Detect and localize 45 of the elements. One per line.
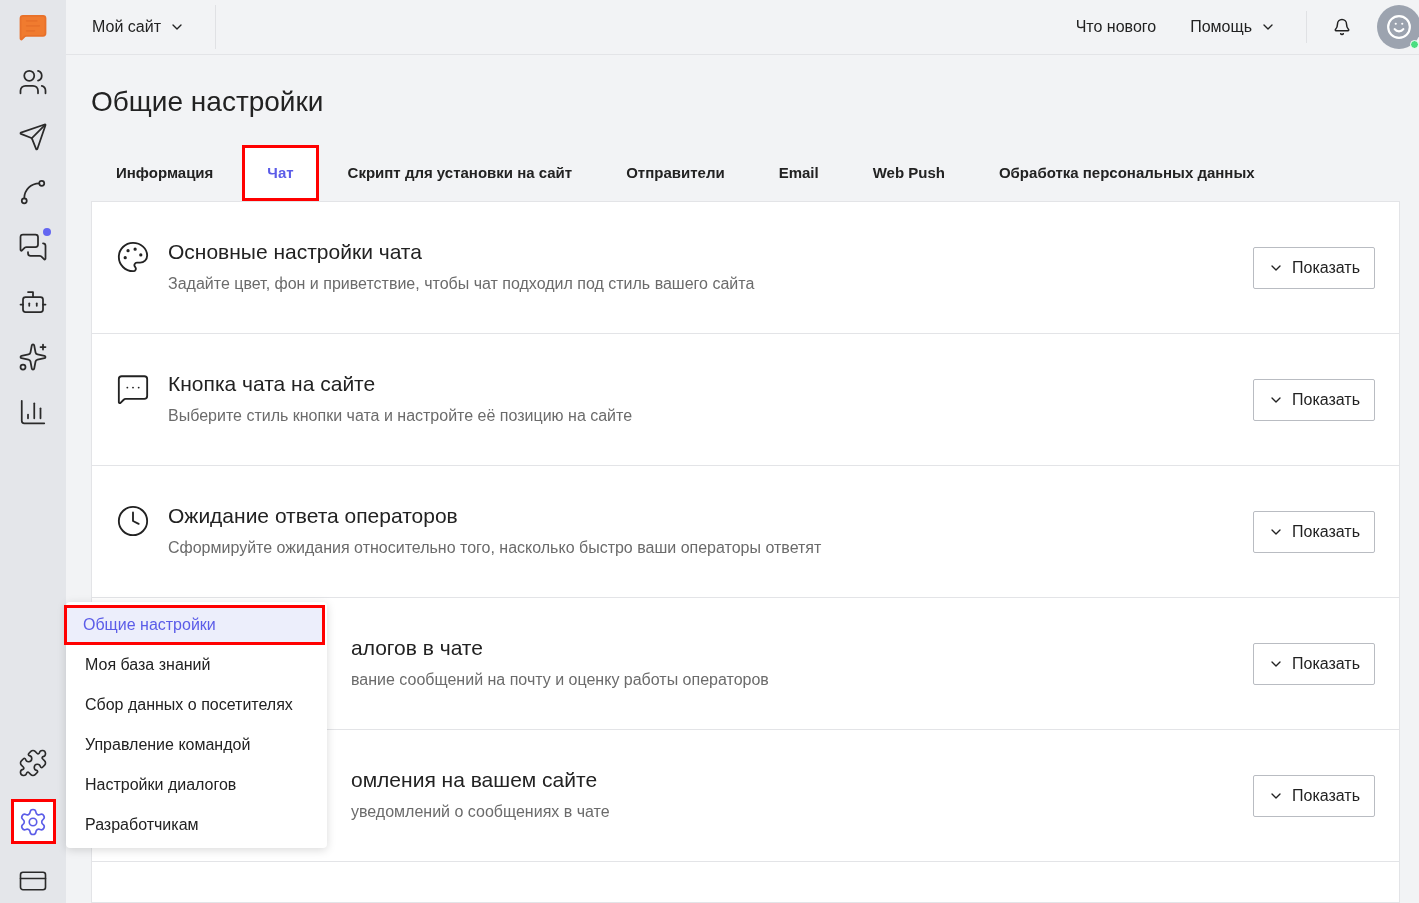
tab[interactable]: Отправители [601,145,750,201]
settings-button[interactable] [10,799,56,844]
section-description: Выберите стиль кнопки чата и настройте её позицию на сайте [168,405,634,426]
section-title: алогов в чате [351,634,484,661]
page-title: Общие настройки [91,85,325,119]
menu-item[interactable]: Сбор данных о посетителях [66,685,327,725]
tab[interactable]: Web Push [847,145,970,201]
menu-item[interactable]: Разработчикам [66,805,327,845]
paper-plane-icon[interactable] [18,122,48,152]
clock-icon [116,503,150,538]
show-button[interactable]: Показать [1253,246,1375,289]
help-menu[interactable]: Помощь [1190,15,1276,39]
bell-icon[interactable] [1333,18,1351,36]
section-description: Задайте цвет, фон и приветствие, чтобы чат подходил под стиль вашего сайта [168,273,756,294]
section-title: Кнопка чата на сайте [168,370,377,397]
menu-item[interactable]: Общие настройки [64,605,325,645]
chat-bubbles-icon[interactable] [18,232,48,262]
show-button[interactable]: Показать [1253,642,1375,685]
tab[interactable]: Чат [242,145,319,201]
section-title: Ожидание ответа операторов [168,502,459,529]
menu-item[interactable]: Моя база знаний [66,645,327,685]
section-description: Сформируйте ожидания относительно того, насколько быстро ваши операторы ответят [168,537,823,558]
tab[interactable]: Информация [91,145,239,201]
puzzle-icon [18,747,48,778]
show-button[interactable]: Показать [1253,378,1375,421]
show-button[interactable]: Показать [1253,774,1375,817]
section-title: омления на вашем сайте [351,766,599,793]
show-button[interactable]: Показать [1253,510,1375,553]
palette-icon [116,239,150,274]
settings-icon [18,806,48,837]
section-description: уведомлений о сообщениях в чате [351,801,611,822]
tab[interactable]: Обработка персональных данных [973,145,1280,201]
tab[interactable]: Email [753,145,844,201]
chart-icon[interactable] [18,397,48,427]
sparkle-icon[interactable] [18,342,48,372]
section-title: Основные настройки чата [168,238,423,265]
menu-item[interactable]: Управление командой [66,725,327,765]
whats-new-link[interactable]: Что нового [1075,15,1157,39]
people-icon[interactable] [18,67,48,97]
tab[interactable]: Скрипт для установки на сайт [322,145,598,201]
section-description: вание сообщений на почту и оценку работы операторов [351,669,770,690]
menu-item[interactable]: Настройки диалогов [66,765,327,805]
route-icon[interactable] [18,177,48,207]
site-selector[interactable]: Мой сайт [66,5,216,49]
avatar-face-icon [1386,14,1412,40]
